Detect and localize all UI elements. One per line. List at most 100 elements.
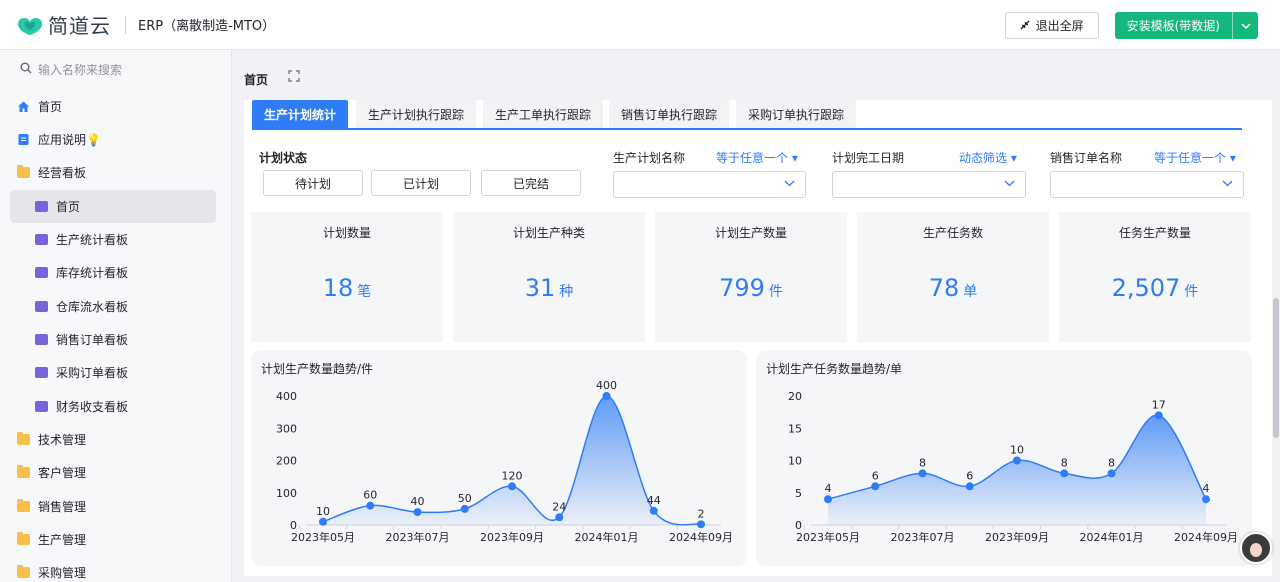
stat-unit: 单: [963, 284, 978, 300]
sidebar-item-purchase-board[interactable]: 采购订单看板: [10, 356, 216, 389]
sidebar-item-label: 销售订单看板: [56, 333, 129, 347]
dashboard-icon: [34, 333, 48, 347]
sidebar-item-warehouse-board[interactable]: 仓库流水看板: [10, 290, 216, 323]
assistant-avatar[interactable]: [1240, 532, 1272, 564]
collapse-icon: [1020, 19, 1030, 33]
status-option-pending[interactable]: 待计划: [263, 170, 363, 196]
install-template-button[interactable]: 安装模板(带数据): [1114, 12, 1258, 39]
search-input[interactable]: 输入名称来搜索: [0, 50, 231, 88]
data-point: [366, 501, 375, 510]
y-tick-label: 5: [795, 487, 802, 500]
plan-name-select[interactable]: [613, 171, 806, 198]
filter-sales-order-label: 销售订单名称: [1050, 151, 1123, 165]
fullscreen-icon[interactable]: [288, 70, 300, 85]
sidebar-item-home[interactable]: 首页: [10, 90, 216, 123]
operator-label: 等于任意一个: [716, 151, 789, 165]
operator-label: 等于任意一个: [1154, 151, 1227, 165]
sidebar-item-label: 仓库流水看板: [56, 300, 129, 314]
exit-fullscreen-button[interactable]: 退出全屏: [1004, 12, 1099, 39]
stat-value: 799 件: [655, 274, 847, 302]
doc-icon: [16, 133, 30, 147]
dashboard-icon: [34, 300, 48, 314]
data-label: 10: [316, 505, 330, 518]
tab-label: 生产计划执行跟踪: [367, 107, 464, 122]
sidebar-item-label: 采购订单看板: [56, 366, 129, 380]
data-point: [413, 508, 422, 517]
stat-card-plan-count: 计划数量 18 笔: [251, 212, 443, 342]
status-option-label: 待计划: [294, 176, 331, 191]
data-label: 10: [1010, 444, 1024, 457]
status-option-finished[interactable]: 已完结: [481, 170, 581, 196]
x-tick-label: 2023年05月: [291, 530, 355, 544]
chart-title: 计划生产数量趋势/件: [261, 362, 374, 376]
sidebar-item-business-board[interactable]: 经营看板: [10, 156, 216, 189]
status-option-planned[interactable]: 已计划: [371, 170, 471, 196]
tab-plan-stats[interactable]: 生产计划统计: [252, 100, 348, 128]
stat-value: 2,507 件: [1059, 274, 1251, 302]
stat-number: 2,507: [1111, 274, 1181, 302]
filter-plan-name-operator[interactable]: 等于任意一个 ▾: [716, 149, 798, 166]
tab-label: 采购订单执行跟踪: [747, 107, 844, 122]
sidebar-item-sales[interactable]: 销售管理: [10, 490, 216, 523]
sales-order-select[interactable]: [1050, 171, 1244, 198]
scrollbar[interactable]: [1272, 100, 1280, 576]
series-area: [828, 415, 1206, 525]
scrollbar-thumb[interactable]: [1273, 298, 1279, 438]
search-icon: [20, 62, 32, 77]
stat-card-task-count: 生产任务数 78 单: [857, 212, 1049, 342]
sidebar-item-label: 库存统计看板: [56, 266, 129, 280]
x-tick-label: 2024年09月: [669, 530, 733, 544]
stat-value: 78 单: [857, 274, 1049, 302]
data-label: 400: [596, 379, 617, 392]
data-point: [1013, 456, 1021, 465]
filter-finish-date-label: 计划完工日期: [832, 151, 905, 165]
tab-plan-tracking[interactable]: 生产计划执行跟踪: [356, 100, 476, 128]
data-point: [602, 392, 611, 400]
sidebar-item-app-guide[interactable]: 应用说明💡: [10, 123, 216, 156]
sidebar-item-dashboard-home[interactable]: 首页: [10, 190, 216, 223]
sidebar-item-production[interactable]: 生产管理: [10, 523, 216, 556]
data-point: [1107, 469, 1116, 478]
chart-task-count-trend: 0 5 10 15 20 2023年05月 2023年07月 2023年09月 2024年01月…: [756, 350, 1252, 566]
tab-label: 生产计划统计: [263, 107, 336, 122]
tab-workorder-tracking[interactable]: 生产工单执行跟踪: [483, 100, 603, 128]
sidebar-item-label: 财务收支看板: [56, 400, 129, 414]
dashboard-icon: [34, 200, 48, 214]
home-icon: [16, 100, 30, 114]
operator-label: 动态筛选: [959, 151, 1008, 165]
sidebar-item-finance-board[interactable]: 财务收支看板: [10, 390, 216, 423]
sidebar-item-customer[interactable]: 客户管理: [10, 456, 216, 489]
data-label: 24: [552, 500, 566, 513]
data-point: [824, 495, 832, 504]
data-label: 40: [411, 495, 425, 508]
sidebar-item-label: 技术管理: [38, 433, 87, 447]
filter-finish-date-operator[interactable]: 动态筛选 ▾: [959, 149, 1017, 166]
data-label: 44: [647, 494, 661, 507]
tab-label: 生产工单执行跟踪: [494, 107, 591, 122]
chevron-down-icon: [784, 177, 795, 190]
data-point: [918, 469, 927, 478]
sidebar-item-production-board[interactable]: 生产统计看板: [10, 223, 216, 256]
exit-fullscreen-label: 退出全屏: [1035, 19, 1084, 33]
install-label[interactable]: 安装模板(带数据): [1115, 12, 1232, 39]
sidebar-item-purchase[interactable]: 采购管理: [10, 556, 216, 582]
tab-sales-tracking[interactable]: 销售订单执行跟踪: [609, 100, 729, 128]
y-tick-label: 300: [276, 422, 297, 435]
logo[interactable]: 简道云: [16, 10, 111, 39]
chevron-down-icon[interactable]: [1232, 12, 1258, 39]
sidebar-item-inventory-board[interactable]: 库存统计看板: [10, 256, 216, 289]
stat-unit: 件: [768, 284, 783, 300]
data-point: [697, 520, 705, 529]
sidebar-item-tech[interactable]: 技术管理: [10, 423, 216, 456]
logo-text: 简道云: [48, 14, 111, 38]
data-label: 6: [966, 469, 973, 482]
dashboard-icon: [34, 400, 48, 414]
x-tick-label: 2023年09月: [985, 530, 1049, 544]
data-label: 8: [1108, 456, 1115, 469]
finish-date-select[interactable]: [832, 171, 1026, 198]
y-tick-label: 200: [276, 455, 297, 468]
sidebar-item-sales-board[interactable]: 销售订单看板: [10, 323, 216, 356]
x-tick-label: 2023年07月: [386, 530, 450, 544]
filter-sales-order-operator[interactable]: 等于任意一个 ▾: [1154, 149, 1236, 166]
tab-purchase-tracking[interactable]: 采购订单执行跟踪: [736, 100, 856, 128]
